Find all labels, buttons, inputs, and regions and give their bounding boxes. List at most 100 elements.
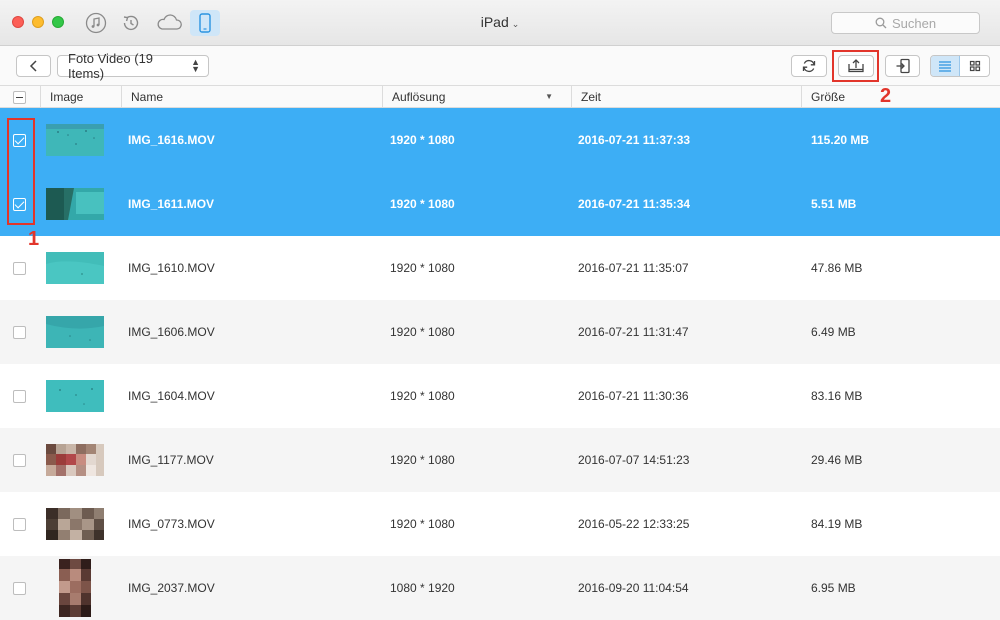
- music-icon[interactable]: [82, 10, 110, 36]
- video-thumbnail: [46, 380, 104, 412]
- video-thumbnail: [46, 444, 104, 476]
- file-resolution: 1920 * 1080: [390, 517, 455, 531]
- export-icon: [848, 59, 864, 73]
- annotation-number-1: 1: [28, 228, 40, 250]
- file-time: 2016-05-22 12:33:25: [578, 517, 690, 531]
- file-name: IMG_1604.MOV: [128, 389, 215, 403]
- table-row[interactable]: IMG_1616.MOV 1920 * 1080 2016-07-21 11:3…: [0, 108, 1000, 172]
- chevron-left-icon: [29, 60, 37, 72]
- row-checkbox[interactable]: [13, 326, 26, 339]
- file-resolution: 1920 * 1080: [390, 325, 455, 339]
- window-minimize-button[interactable]: [32, 16, 44, 28]
- grid-view-button[interactable]: [960, 56, 989, 76]
- table-row[interactable]: IMG_1611.MOV 1920 * 1080 2016-07-21 11:3…: [0, 172, 1000, 236]
- search-placeholder: Suchen: [891, 15, 937, 31]
- table-row[interactable]: IMG_0773.MOV 1920 * 1080 2016-05-22 12:3…: [0, 492, 1000, 556]
- device-title: iPad: [480, 14, 509, 30]
- file-size: 47.86 MB: [811, 261, 863, 275]
- video-thumbnail: [46, 252, 104, 284]
- folder-select[interactable]: Foto Video (19 Items) ▲ ▼: [57, 51, 209, 81]
- view-toggle: [930, 55, 990, 77]
- file-name: IMG_0773.MOV: [128, 517, 215, 531]
- search-icon: [875, 17, 887, 29]
- chevron-down-icon: ⌄: [511, 19, 520, 29]
- window-close-button[interactable]: [12, 16, 24, 28]
- send-to-device-icon: [896, 58, 910, 74]
- table-row[interactable]: IMG_1606.MOV 1920 * 1080 2016-07-21 11:3…: [0, 300, 1000, 364]
- file-name: IMG_1610.MOV: [128, 261, 215, 275]
- file-time: 2016-07-21 11:35:34: [578, 197, 691, 211]
- cloud-icon[interactable]: [152, 10, 186, 36]
- select-all-column: [0, 86, 40, 108]
- table-row[interactable]: IMG_2037.MOV 1080 * 1920 2016-09-20 11:0…: [0, 556, 1000, 620]
- table-row[interactable]: IMG_1604.MOV 1920 * 1080 2016-07-21 11:3…: [0, 364, 1000, 428]
- file-size: 29.46 MB: [811, 453, 863, 467]
- window-zoom-button[interactable]: [52, 16, 64, 28]
- sort-descending-icon: ▼: [545, 92, 553, 101]
- file-size: 5.51 MB: [811, 197, 857, 211]
- file-list: IMG_1616.MOV 1920 * 1080 2016-07-21 11:3…: [0, 108, 1000, 620]
- column-header-resolution[interactable]: Auflösung ▼: [382, 86, 571, 108]
- file-size: 84.19 MB: [811, 517, 863, 531]
- file-resolution: 1080 * 1920: [390, 581, 455, 595]
- device-icon[interactable]: [190, 10, 220, 36]
- search-input[interactable]: Suchen: [831, 12, 980, 34]
- file-size: 6.49 MB: [811, 325, 856, 339]
- row-checkbox[interactable]: [13, 198, 26, 211]
- file-resolution: 1920 * 1080: [390, 261, 455, 275]
- file-size: 83.16 MB: [811, 389, 863, 403]
- column-header-time[interactable]: Zeit: [571, 86, 801, 108]
- updown-icon: ▲ ▼: [191, 57, 200, 74]
- list-view-icon: [939, 61, 951, 72]
- column-header-resolution-label: Auflösung: [392, 90, 446, 104]
- file-size: 115.20 MB: [811, 133, 870, 147]
- row-checkbox[interactable]: [13, 390, 26, 403]
- row-checkbox[interactable]: [13, 518, 26, 531]
- row-checkbox[interactable]: [13, 582, 26, 595]
- file-name: IMG_1606.MOV: [128, 325, 215, 339]
- title-bar: iPad ⌄ Suchen: [0, 0, 1000, 46]
- row-checkbox[interactable]: [13, 134, 26, 147]
- file-time: 2016-07-21 11:35:07: [578, 261, 689, 275]
- row-checkbox[interactable]: [13, 262, 26, 275]
- table-row[interactable]: IMG_1610.MOV 1920 * 1080 2016-07-21 11:3…: [0, 236, 1000, 300]
- file-name: IMG_1177.MOV: [128, 453, 214, 467]
- export-to-computer-button[interactable]: [838, 55, 874, 77]
- file-resolution: 1920 * 1080: [390, 133, 455, 147]
- toolbar: Foto Video (19 Items) ▲ ▼: [0, 46, 1000, 86]
- row-checkbox[interactable]: [13, 454, 26, 467]
- table-row[interactable]: IMG_1177.MOV 1920 * 1080 2016-07-07 14:5…: [0, 428, 1000, 492]
- folder-select-label: Foto Video (19 Items): [68, 51, 154, 81]
- file-time: 2016-07-07 14:51:23: [578, 453, 690, 467]
- refresh-button[interactable]: [791, 55, 827, 77]
- video-thumbnail: [59, 559, 91, 617]
- device-selector[interactable]: iPad ⌄: [450, 14, 550, 30]
- file-time: 2016-09-20 11:04:54: [578, 581, 689, 595]
- video-thumbnail: [46, 188, 104, 220]
- file-resolution: 1920 * 1080: [390, 389, 455, 403]
- column-header-size[interactable]: Größe: [801, 86, 1000, 108]
- file-time: 2016-07-21 11:30:36: [578, 389, 689, 403]
- refresh-icon: [802, 59, 816, 73]
- file-resolution: 1920 * 1080: [390, 197, 455, 211]
- file-size: 6.95 MB: [811, 581, 856, 595]
- history-icon[interactable]: [117, 10, 145, 36]
- file-time: 2016-07-21 11:37:33: [578, 133, 691, 147]
- file-name: IMG_1611.MOV: [128, 197, 215, 211]
- video-thumbnail: [46, 124, 104, 156]
- video-thumbnail: [46, 508, 104, 540]
- table-header: Image Name Auflösung ▼ Zeit Größe: [0, 86, 1000, 108]
- file-name: IMG_2037.MOV: [128, 581, 215, 595]
- back-button[interactable]: [16, 55, 51, 77]
- send-to-device-button[interactable]: [885, 55, 920, 77]
- file-name: IMG_1616.MOV: [128, 133, 215, 147]
- grid-view-icon: [969, 60, 980, 72]
- list-view-button[interactable]: [931, 56, 961, 76]
- column-header-name[interactable]: Name: [121, 86, 382, 108]
- file-time: 2016-07-21 11:31:47: [578, 325, 689, 339]
- video-thumbnail: [46, 316, 104, 348]
- annotation-number-2: 2: [880, 85, 892, 107]
- select-all-checkbox[interactable]: [13, 91, 26, 104]
- column-header-image[interactable]: Image: [40, 86, 121, 108]
- file-resolution: 1920 * 1080: [390, 453, 455, 467]
